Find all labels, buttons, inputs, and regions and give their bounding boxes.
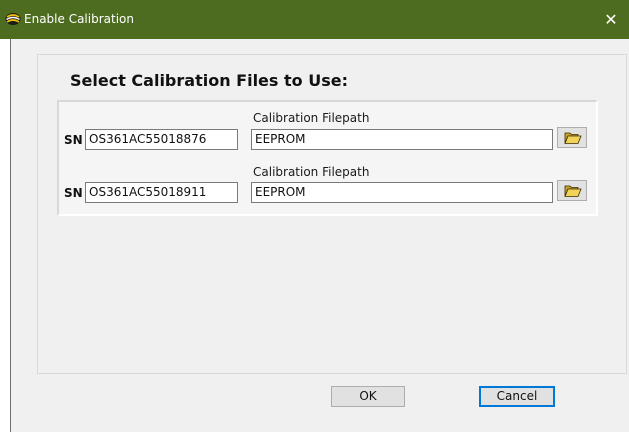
eye-icon xyxy=(5,11,21,27)
sn-field[interactable]: OS361AC55018911 xyxy=(85,182,238,203)
calibration-filepath-field[interactable]: EEPROM xyxy=(251,182,553,203)
window-title: Enable Calibration xyxy=(24,12,134,26)
folder-open-icon xyxy=(564,132,582,144)
dialog-body xyxy=(10,39,629,432)
browse-button[interactable] xyxy=(557,180,587,201)
ok-button[interactable]: OK xyxy=(331,386,405,407)
dialog-heading: Select Calibration Files to Use: xyxy=(70,71,348,90)
cancel-button[interactable]: Cancel xyxy=(479,386,555,407)
folder-open-icon xyxy=(564,185,582,197)
calibration-filepath-field[interactable]: EEPROM xyxy=(251,129,553,150)
sn-label: SN xyxy=(64,133,83,147)
calibration-filepath-label: Calibration Filepath xyxy=(253,111,370,125)
browse-button[interactable] xyxy=(557,127,587,148)
sn-field[interactable]: OS361AC55018876 xyxy=(85,129,238,150)
close-button[interactable]: ✕ xyxy=(593,0,629,39)
calibration-filepath-label: Calibration Filepath xyxy=(253,165,370,179)
sn-label: SN xyxy=(64,186,83,200)
close-icon: ✕ xyxy=(604,10,618,29)
title-bar: Enable Calibration ✕ xyxy=(0,0,629,39)
